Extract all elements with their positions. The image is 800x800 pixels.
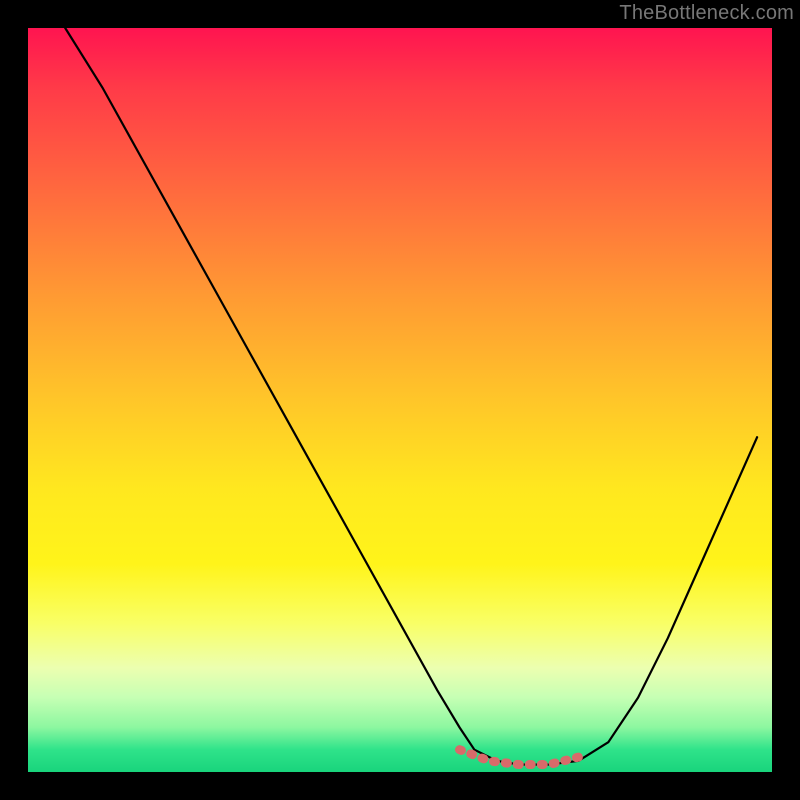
plot-area xyxy=(28,28,772,772)
watermark-text: TheBottleneck.com xyxy=(619,2,794,25)
curve-layer xyxy=(28,28,772,772)
chart-frame: TheBottleneck.com xyxy=(0,0,800,800)
bottleneck-curve-left xyxy=(65,28,519,765)
bottleneck-curve-right xyxy=(519,437,757,764)
